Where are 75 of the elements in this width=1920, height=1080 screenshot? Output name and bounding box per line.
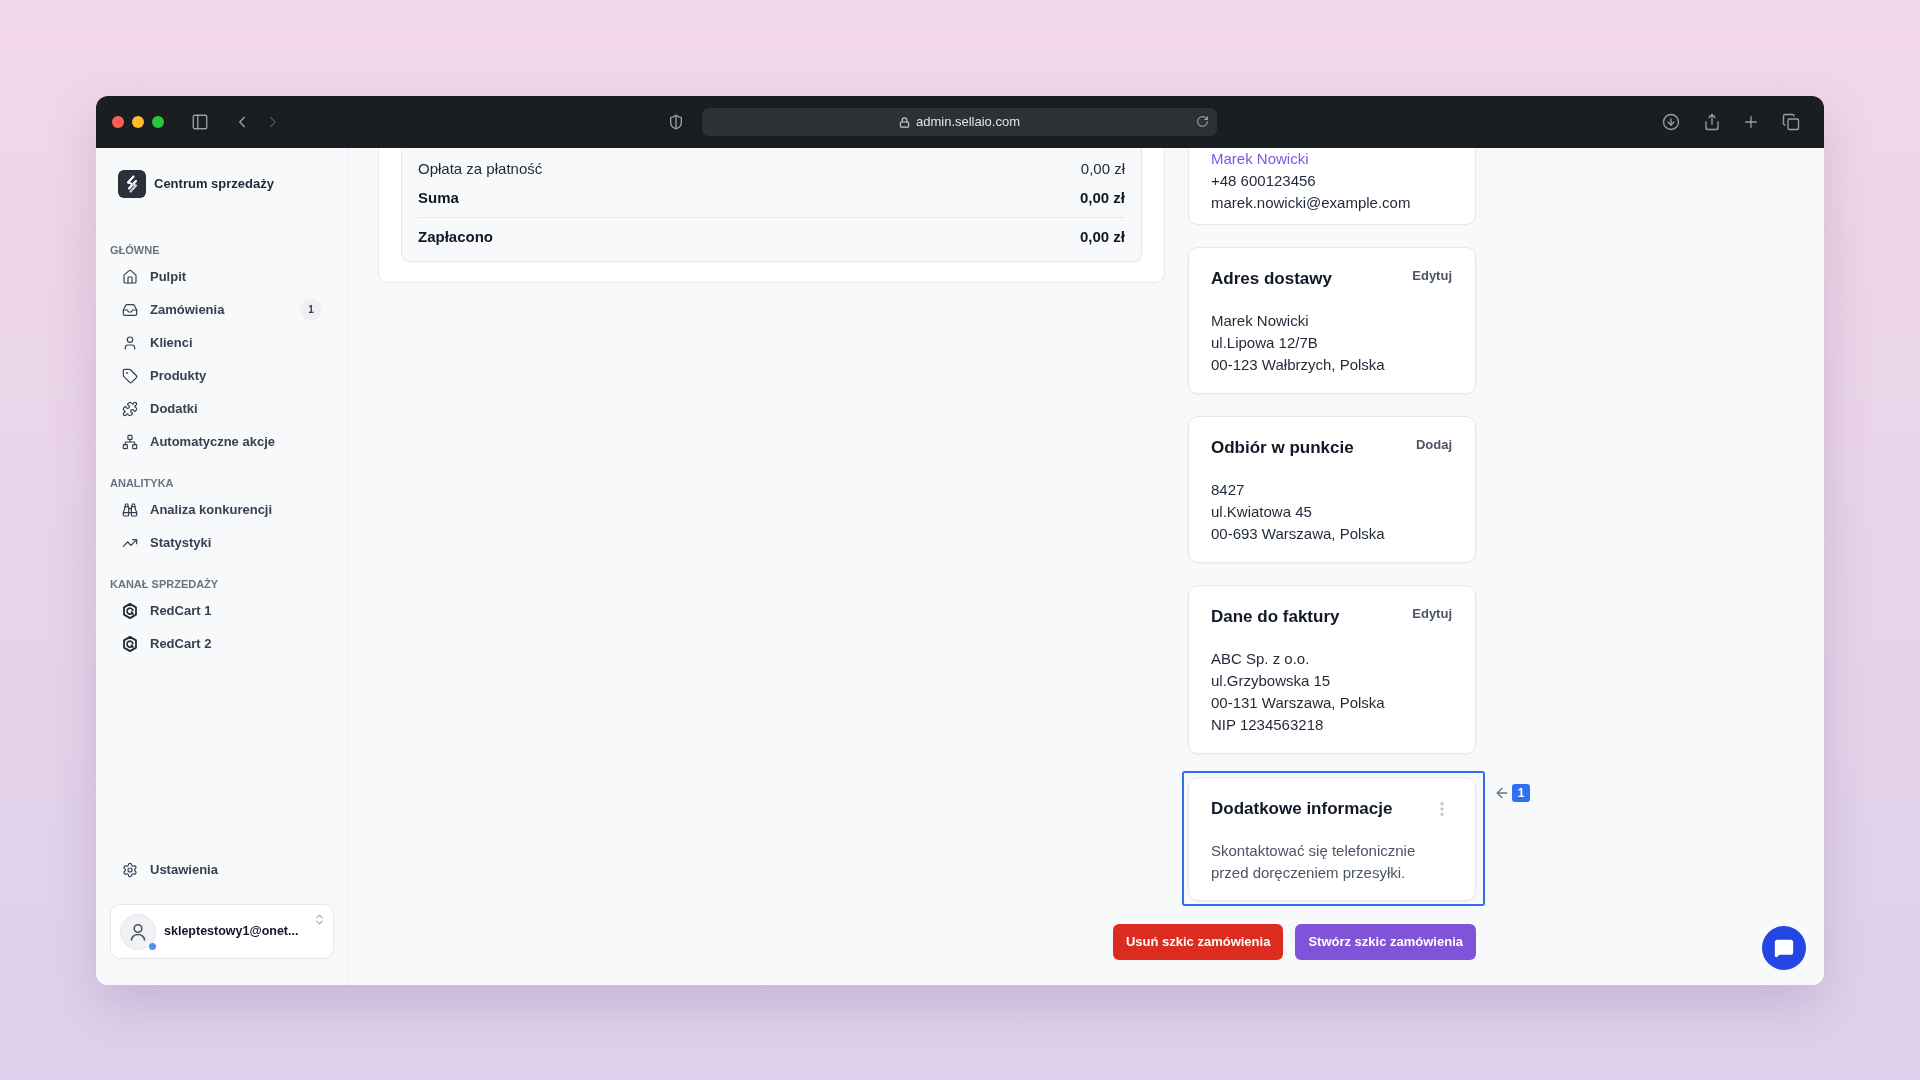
sidebar-item[interactable]: Klienci [110, 326, 334, 359]
plus-icon[interactable] [1742, 113, 1760, 131]
section-label: GŁÓWNE [110, 243, 160, 257]
tabs-icon[interactable] [1782, 113, 1800, 131]
step-badge: 1 [1512, 784, 1530, 802]
sidebar-item[interactable]: Dodatki [110, 392, 334, 425]
customer-name-link[interactable]: Marek Nowicki [1211, 148, 1309, 170]
sidebar-item[interactable]: Pulpit [110, 260, 334, 293]
sidebar-item[interactable]: RedCart 2 [110, 627, 334, 660]
chat-icon [1774, 938, 1794, 958]
binoculars-icon [122, 501, 138, 518]
section-label: KANAŁ SPRZEDAŻY [110, 577, 219, 591]
puzzle-icon [122, 400, 138, 417]
address-line: 8427 [1211, 480, 1245, 500]
maximize-window-button[interactable] [152, 116, 164, 128]
card-title: Dane do faktury [1211, 606, 1340, 628]
amount-text: 0,00 zł [1079, 187, 1125, 208]
sidebar-item[interactable]: Statystyki [110, 526, 334, 559]
sidebar-item[interactable]: Produkty [110, 359, 334, 392]
address-line: 00-131 Warszawa, Polska [1211, 693, 1385, 713]
sidebar-toggle-icon[interactable] [191, 113, 209, 131]
hexagon-logo-icon [122, 602, 138, 619]
address-line: ul.Lipowa 12/7B [1211, 333, 1318, 353]
reload-icon[interactable] [1196, 115, 1209, 128]
sidebar-item[interactable]: Zamówienia 1 [110, 293, 334, 326]
download-icon[interactable] [1662, 113, 1680, 131]
card-action-link[interactable]: Dodaj [1415, 436, 1452, 454]
address-line: ul.Kwiatowa 45 [1211, 502, 1312, 522]
brand-logo-icon [118, 170, 146, 198]
amount-text: 0,00 zł [1079, 226, 1125, 247]
chevrons-icon [313, 913, 326, 926]
address-line: NIP 1234563218 [1211, 715, 1324, 735]
address-line: 00-693 Warszawa, Polska [1211, 524, 1385, 544]
user-icon [122, 334, 138, 351]
create-draft-button[interactable]: Stwórz szkic zamówienia [1295, 924, 1476, 960]
sidebar-item[interactable]: RedCart 1 [110, 594, 334, 627]
delete-draft-button[interactable]: Usuń szkic zamówienia [1112, 924, 1284, 960]
address-line: Marek Nowicki [1211, 311, 1309, 331]
card-title: Adres dostawy [1211, 268, 1332, 290]
minimize-window-button[interactable] [132, 116, 144, 128]
address-line: ul.Grzybowska 15 [1211, 671, 1331, 691]
brand-name: Centrum sprzedaży [154, 175, 274, 194]
sidebar-item[interactable]: Analiza konkurencji [110, 493, 334, 526]
sitemap-icon [122, 433, 138, 450]
address-line: ABC Sp. z o.o. [1211, 649, 1310, 669]
card-title: Dodatkowe informacje [1211, 798, 1393, 820]
card-title: Odbiór w punkcie [1211, 437, 1354, 459]
hexagon-logo-icon [122, 635, 138, 652]
house-icon [122, 268, 138, 285]
account-switcher[interactable]: skleptestowy1@onet... [110, 904, 334, 959]
sidebar-item[interactable]: Automatyczne akcje [110, 425, 334, 458]
count-badge: 1 [300, 298, 322, 321]
card-action-link[interactable]: Edytuj [1412, 267, 1452, 285]
arrow-left-icon [1494, 785, 1510, 801]
lock-icon [898, 116, 910, 128]
section-label: ANALITYKA [110, 476, 174, 490]
shield-icon[interactable] [668, 114, 684, 130]
avatar-icon [120, 913, 156, 950]
note-text: Skontaktować się telefonicznie przed doręczeniem przesyłki. [1211, 841, 1417, 883]
share-icon[interactable] [1703, 113, 1721, 131]
summary-label: Zapłacono [418, 226, 493, 247]
settings-icon [122, 861, 138, 878]
phone-text: +48 600123456 [1211, 171, 1316, 191]
email-text: marek.nowicki@example.com [1211, 193, 1411, 213]
card-action-link[interactable]: Edytuj [1412, 605, 1452, 623]
summary-label: Suma [418, 187, 459, 208]
address-bar[interactable]: admin.sellaio.com [702, 108, 1217, 136]
sidebar-item[interactable]: Ustawienia [110, 853, 334, 886]
summary-label: Opłata za płatność [418, 158, 543, 179]
chat-button[interactable] [1762, 926, 1806, 970]
amount-text: 0,00 zł [1080, 158, 1125, 179]
address-line: 00-123 Wałbrzych, Polska [1211, 355, 1385, 375]
close-window-button[interactable] [112, 116, 124, 128]
inbox-icon [122, 301, 138, 318]
tag-icon [122, 367, 138, 384]
